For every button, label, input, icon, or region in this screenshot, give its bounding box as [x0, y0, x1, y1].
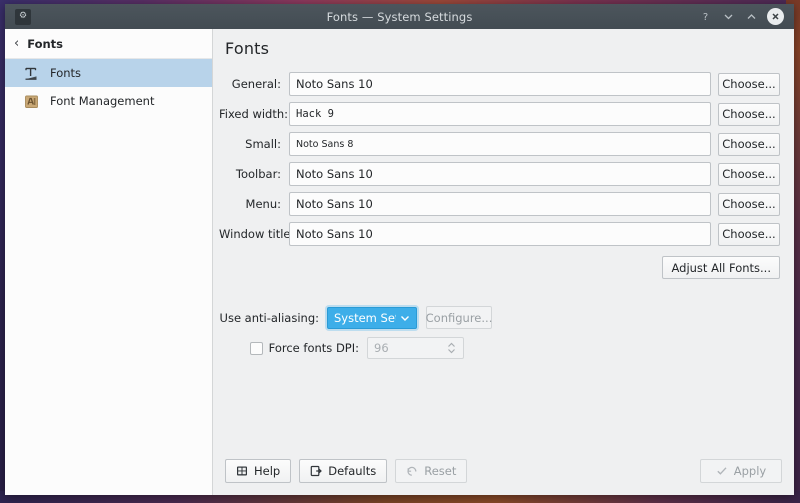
force-dpi-label: Force fonts DPI:: [269, 341, 359, 355]
antialiasing-select[interactable]: System Settings: [327, 307, 417, 329]
chevron-down-icon: [400, 313, 410, 323]
window-title-font-field[interactable]: Noto Sans 10: [289, 222, 711, 246]
help-button-label: Help: [254, 464, 280, 478]
apply-button-label: Apply: [734, 464, 766, 478]
font-row-label: Window title:: [219, 227, 289, 241]
main-content: Fonts General: Noto Sans 10 Choose... Fi…: [213, 29, 794, 495]
configure-button[interactable]: Configure...: [426, 306, 492, 329]
font-management-icon: [23, 93, 40, 110]
reset-button-label: Reset: [424, 464, 456, 478]
general-font-field[interactable]: Noto Sans 10: [289, 72, 711, 96]
font-row-small: Small: Noto Sans 8 Choose...: [219, 132, 780, 156]
font-row-label: General:: [219, 77, 289, 91]
svg-text:?: ?: [703, 12, 708, 22]
chevron-up-icon[interactable]: [744, 9, 759, 24]
fixed-width-font-field[interactable]: Hack 9: [289, 102, 711, 126]
antialiasing-row: Use anti-aliasing: System Settings Confi…: [219, 306, 780, 329]
small-font-field[interactable]: Noto Sans 8: [289, 132, 711, 156]
defaults-icon: [310, 465, 322, 477]
sidebar-item-label: Fonts: [50, 66, 81, 80]
font-preferences-icon: [23, 65, 40, 82]
choose-general-button[interactable]: Choose...: [718, 73, 780, 96]
page-title: Fonts: [213, 29, 794, 58]
choose-small-button[interactable]: Choose...: [718, 133, 780, 156]
choose-menu-button[interactable]: Choose...: [718, 193, 780, 216]
antialiasing-label: Use anti-aliasing:: [219, 311, 327, 325]
spinner-arrows-icon[interactable]: [442, 341, 463, 355]
system-settings-icon: ⚙: [15, 9, 31, 25]
defaults-button-label: Defaults: [328, 464, 376, 478]
force-dpi-spinbox[interactable]: 96: [367, 337, 464, 359]
force-dpi-checkbox-group[interactable]: Force fonts DPI:: [219, 341, 367, 355]
sidebar-item-fonts[interactable]: Fonts: [5, 59, 212, 87]
close-icon[interactable]: [767, 8, 784, 25]
sidebar-item-font-management[interactable]: Font Management: [5, 87, 212, 115]
window-controls: ?: [698, 8, 788, 25]
reset-button[interactable]: Reset: [395, 459, 467, 483]
window-body: ‹ Fonts Fonts: [5, 29, 794, 495]
system-settings-window: ⚙ Fonts — System Settings ?: [5, 4, 794, 495]
antialiasing-selected-value: System Settings: [334, 311, 396, 325]
font-row-label: Menu:: [219, 197, 289, 211]
force-dpi-value: 96: [368, 341, 442, 355]
help-icon[interactable]: ?: [698, 9, 713, 24]
choose-window-title-button[interactable]: Choose...: [718, 223, 780, 246]
sidebar-header[interactable]: ‹ Fonts: [5, 29, 212, 59]
font-row-menu: Menu: Noto Sans 10 Choose...: [219, 192, 780, 216]
reset-undo-icon: [406, 465, 418, 477]
adjust-all-fonts-row: Adjust All Fonts...: [219, 256, 780, 279]
choose-toolbar-button[interactable]: Choose...: [718, 163, 780, 186]
sidebar-item-label: Font Management: [50, 94, 154, 108]
font-row-label: Toolbar:: [219, 167, 289, 181]
apply-button[interactable]: Apply: [700, 459, 782, 483]
app-icon-glyph: ⚙: [19, 12, 27, 21]
defaults-button[interactable]: Defaults: [299, 459, 387, 483]
back-chevron-icon[interactable]: ‹: [14, 37, 19, 50]
menu-font-field[interactable]: Noto Sans 10: [289, 192, 711, 216]
sidebar-header-label: Fonts: [27, 37, 63, 51]
help-button[interactable]: Help: [225, 459, 291, 483]
window-title: Fonts — System Settings: [5, 10, 794, 24]
desktop-background: ⚙ Fonts — System Settings ?: [0, 0, 800, 503]
toolbar-font-field[interactable]: Noto Sans 10: [289, 162, 711, 186]
force-dpi-checkbox[interactable]: [250, 342, 263, 355]
font-row-toolbar: Toolbar: Noto Sans 10 Choose...: [219, 162, 780, 186]
fonts-form: General: Noto Sans 10 Choose... Fixed wi…: [213, 58, 794, 359]
footer-buttons: Help Defaults: [213, 459, 794, 495]
chevron-down-icon[interactable]: [721, 9, 736, 24]
font-row-window-title: Window title: Noto Sans 10 Choose...: [219, 222, 780, 246]
font-row-label: Fixed width:: [219, 107, 289, 121]
choose-fixed-width-button[interactable]: Choose...: [718, 103, 780, 126]
font-row-fixed-width: Fixed width: Hack 9 Choose...: [219, 102, 780, 126]
help-window-icon: [236, 465, 248, 477]
checkmark-icon: [716, 465, 728, 477]
window-titlebar[interactable]: ⚙ Fonts — System Settings ?: [5, 4, 794, 29]
sidebar: ‹ Fonts Fonts: [5, 29, 213, 495]
font-row-label: Small:: [219, 137, 289, 151]
font-row-general: General: Noto Sans 10 Choose...: [219, 72, 780, 96]
adjust-all-fonts-button[interactable]: Adjust All Fonts...: [662, 256, 780, 279]
force-dpi-row: Force fonts DPI: 96: [219, 337, 780, 359]
